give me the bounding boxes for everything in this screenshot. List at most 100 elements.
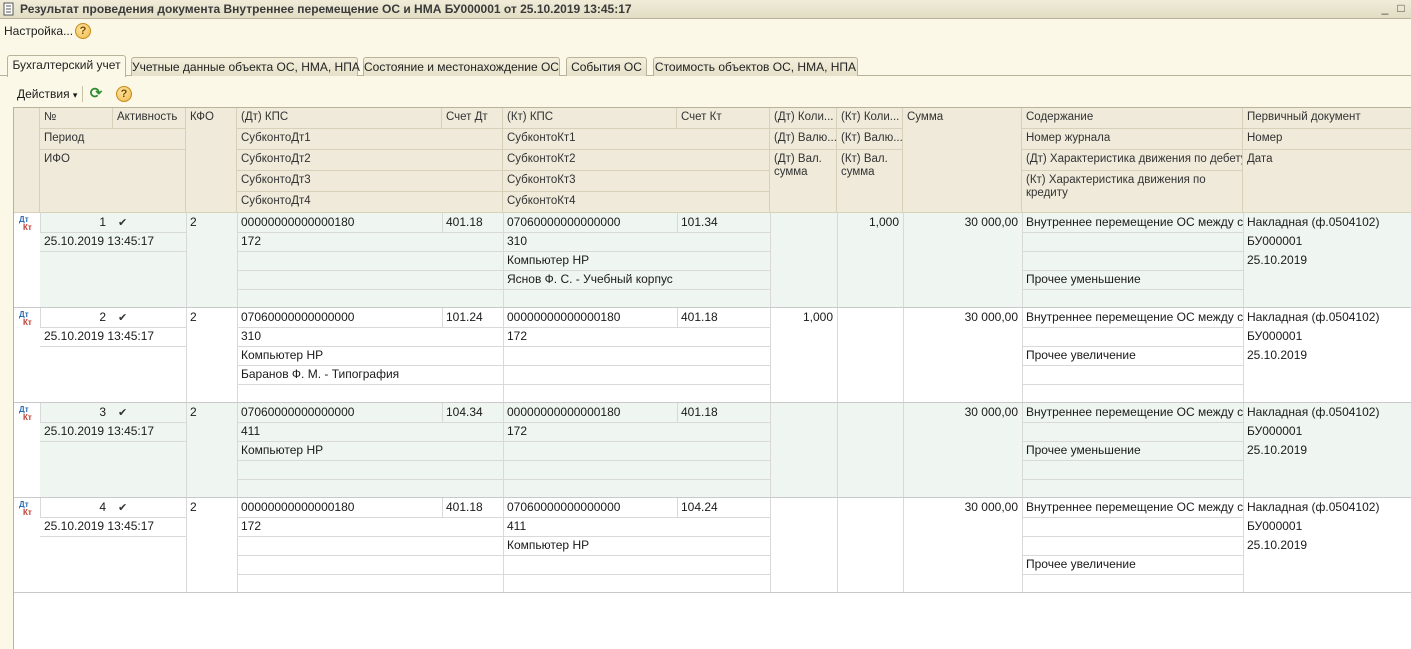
grid-line [1022, 213, 1023, 308]
column-header-kt-sub3[interactable]: СубконтоКт3 [503, 171, 770, 192]
maximize-button[interactable]: □ [1394, 1, 1408, 16]
actions-menu[interactable]: Действия ▾ [17, 87, 77, 101]
row-period: 25.10.2019 13:45:17 [44, 519, 155, 533]
kt-label: Кт [23, 318, 32, 327]
row-number: 1 [99, 215, 106, 229]
help-icon[interactable]: ? [116, 86, 132, 102]
grid-line [677, 213, 678, 232]
column-header-doc-date[interactable]: Дата [1243, 150, 1411, 213]
row-kt-subconto [503, 365, 770, 384]
row-dt-account: 104.34 [446, 405, 483, 419]
grid-line [237, 384, 770, 385]
column-header-dt-account[interactable]: Счет Дт [442, 108, 503, 129]
grid-line [442, 403, 443, 422]
column-header-period[interactable]: Период [40, 129, 186, 150]
column-header-kt-sub1[interactable]: СубконтоКт1 [503, 129, 770, 150]
tab-accounting[interactable]: Бухгалтерский учет [7, 55, 126, 77]
grid-line [40, 213, 41, 232]
row-dt-subconto [237, 460, 503, 479]
column-header-kt-sub4[interactable]: СубконтоКт4 [503, 192, 770, 213]
grid-line [770, 403, 771, 498]
column-header-doc-number[interactable]: Номер [1243, 129, 1411, 150]
column-header-kt-currency[interactable]: (Кт) Валю... [837, 129, 903, 150]
grid-line [903, 498, 904, 593]
grid-line [237, 327, 770, 328]
toolbar-separator [82, 86, 83, 102]
row-number: 2 [99, 310, 106, 324]
grid-line [186, 498, 187, 593]
row-kt-account: 104.24 [681, 500, 718, 514]
column-header-dt-currency-sum[interactable]: (Дт) Вал. сумма [770, 150, 837, 213]
toolbar: Действия ▾ ⟳ ? [0, 82, 1411, 106]
column-header-dt-qty[interactable]: (Дт) Коли... [770, 108, 837, 129]
column-header-kt-currency-sum[interactable]: (Кт) Вал. сумма [837, 150, 903, 213]
column-header-activity[interactable]: Активность [113, 108, 186, 129]
row-period: 25.10.2019 13:45:17 [44, 329, 155, 343]
grid-line [1022, 365, 1243, 366]
row-kfo: 2 [190, 310, 197, 324]
column-header-num[interactable]: № [40, 108, 113, 129]
column-header-kt-qty[interactable]: (Кт) Коли... [837, 108, 903, 129]
row-dt-subconto: 172 [241, 234, 262, 248]
row-kt-account: 101.34 [681, 215, 718, 229]
column-header-primary-doc[interactable]: Первичный документ [1243, 108, 1411, 129]
settings-menu[interactable]: Настройка... [4, 24, 73, 38]
grid-line [40, 517, 186, 518]
column-header-kt-movement[interactable]: (Кт) Характеристика движения по кредиту [1022, 171, 1243, 213]
row-primary-doc: Накладная (ф.0504102) [1247, 500, 1380, 514]
refresh-icon[interactable]: ⟳ [87, 85, 105, 103]
row-kt-subconto: Яснов Ф. С. - Учебный корпус [507, 272, 673, 286]
row-kt-kps: 00000000000000180 [507, 310, 621, 324]
column-header-dt-sub2[interactable]: СубконтоДт2 [237, 150, 503, 171]
grid-line [237, 289, 770, 290]
row-kt-qty [837, 498, 903, 517]
row-kt-account: 401.18 [681, 405, 718, 419]
column-header-dt-currency[interactable]: (Дт) Валю... [770, 129, 837, 150]
row-kt-movement: Прочее уменьшение [1026, 272, 1141, 286]
column-header-sum[interactable]: Сумма [903, 108, 1022, 213]
grid-line [837, 308, 838, 403]
column-header-dt-sub4[interactable]: СубконтоДт4 [237, 192, 503, 213]
column-header-kt-sub2[interactable]: СубконтоКт2 [503, 150, 770, 171]
row-period: 25.10.2019 13:45:17 [44, 424, 155, 438]
row-kt-subconto: 172 [507, 424, 528, 438]
grid-line [237, 213, 238, 308]
postings-table: № Активность Период ИФО КФО (Дт) КПС Сче… [13, 107, 1411, 649]
grid-line [442, 213, 443, 232]
row-content: Внутреннее перемещение ОС между сч... [1026, 500, 1243, 514]
column-header-dt-sub3[interactable]: СубконтоДт3 [237, 171, 503, 192]
row-sum: 30 000,00 [964, 405, 1018, 419]
grid-line [40, 498, 41, 517]
row-dt-qty [770, 403, 837, 422]
grid-line [237, 251, 770, 252]
window-title: Результат проведения документа Внутренне… [20, 2, 632, 16]
row-sum: 30 000,00 [964, 310, 1018, 324]
help-icon[interactable]: ? [75, 23, 91, 39]
grid-line [837, 213, 838, 308]
row-dt-movement [1022, 251, 1243, 270]
row-content: Внутреннее перемещение ОС между сч... [1026, 405, 1243, 419]
column-header-ifo[interactable]: ИФО [40, 150, 186, 213]
row-doc-number: БУ000001 [1247, 424, 1303, 438]
column-header-dt-kps[interactable]: (Дт) КПС [237, 108, 442, 129]
tab-asset-events[interactable]: События ОС [566, 57, 647, 76]
tab-asset-state-location[interactable]: Состояние и местонахождение ОС [363, 57, 560, 76]
row-dt-subconto: Компьютер HP [241, 348, 324, 362]
column-header-kt-account[interactable]: Счет Кт [677, 108, 770, 129]
column-header-content[interactable]: Содержание [1022, 108, 1243, 129]
column-header-kt-kps[interactable]: (Кт) КПС [503, 108, 677, 129]
column-header-dt-sub1[interactable]: СубконтоДт1 [237, 129, 503, 150]
row-dt-subconto [237, 536, 503, 555]
tab-asset-accounting-data[interactable]: Учетные данные объекта ОС, НМА, НПА [131, 57, 360, 76]
column-header-kfo[interactable]: КФО [186, 108, 237, 213]
grid-line [40, 403, 41, 422]
grid-line [186, 403, 187, 498]
column-header-dt-movement[interactable]: (Дт) Характеристика движения по дебету [1022, 150, 1243, 171]
tab-asset-cost[interactable]: Стоимость объектов ОС, НМА, НПА [653, 57, 858, 76]
grid-line [237, 536, 770, 537]
grid-line [503, 213, 504, 308]
minimize-button[interactable]: _ [1378, 1, 1392, 16]
dt-kt-icon: Дт Кт [19, 501, 32, 517]
column-header-journal[interactable]: Номер журнала [1022, 129, 1243, 150]
grid-line [40, 251, 186, 252]
